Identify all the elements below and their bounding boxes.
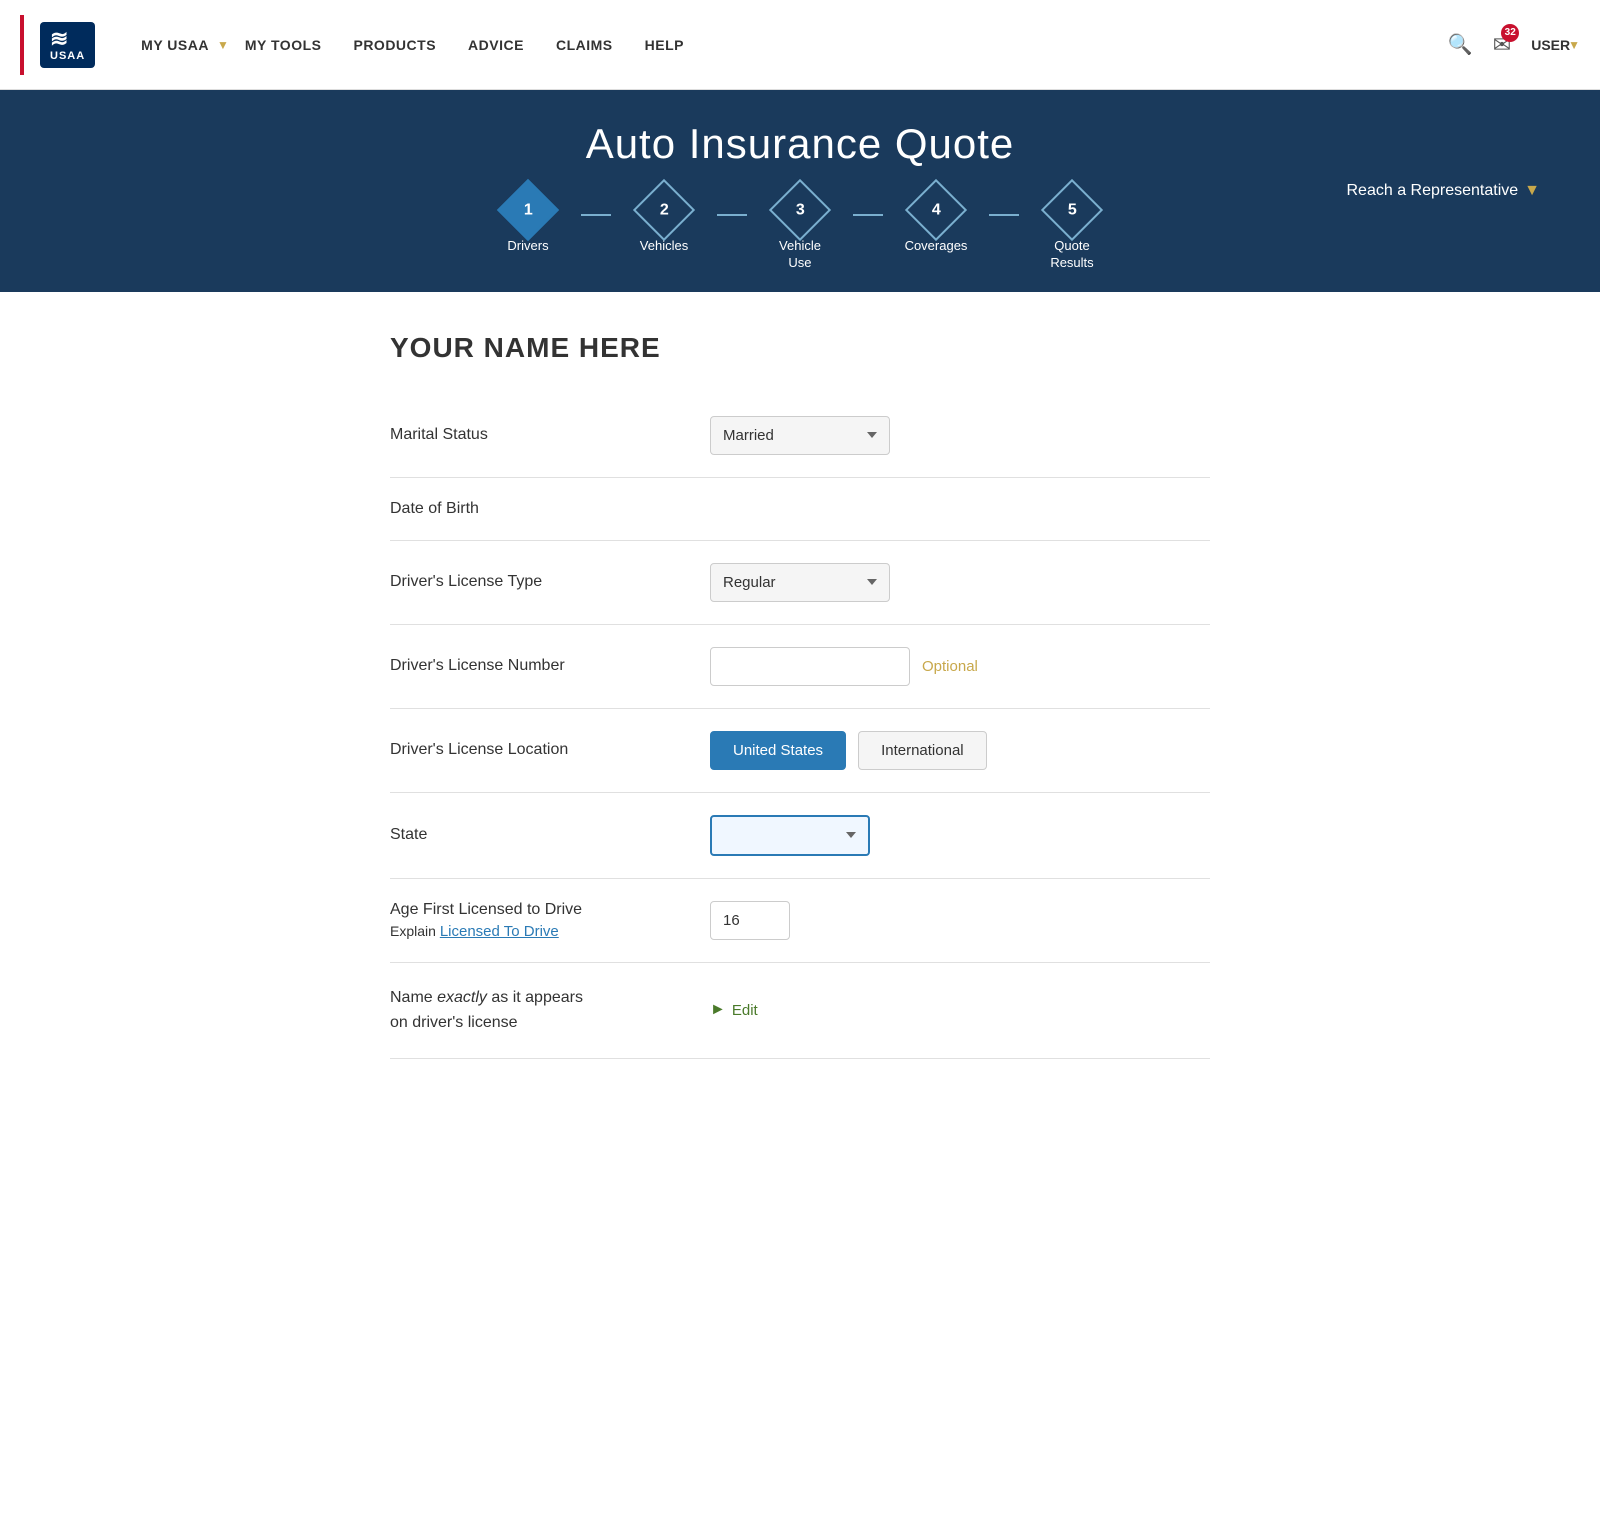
reach-rep-label: Reach a Representative xyxy=(1347,182,1519,200)
marital-status-control: Married Single Divorced Widowed xyxy=(710,416,1210,455)
name-on-license-control: ► Edit xyxy=(710,1001,1210,1019)
explain-prefix: Explain xyxy=(390,923,436,939)
step-1-drivers[interactable]: 1 Drivers xyxy=(483,188,573,272)
step-2-diamond: 2 xyxy=(633,179,695,241)
licensed-to-drive-link[interactable]: Licensed To Drive xyxy=(440,923,559,940)
age-licensed-row: Age First Licensed to Drive Explain Lice… xyxy=(390,879,1210,963)
license-number-label: Driver's License Number xyxy=(390,657,710,675)
marital-status-row: Marital Status Married Single Divorced W… xyxy=(390,394,1210,478)
step-3-diamond: 3 xyxy=(769,179,831,241)
name-label-part2: as it appears xyxy=(487,989,583,1006)
user-arrow-icon: ▼ xyxy=(1568,38,1580,52)
name-label-part1: Name xyxy=(390,989,437,1006)
mail-button[interactable]: ✉ 32 xyxy=(1493,32,1511,58)
age-licensed-label: Age First Licensed to Drive Explain Lice… xyxy=(390,901,710,940)
step-4-coverages[interactable]: 4 Coverages xyxy=(891,188,981,272)
optional-badge: Optional xyxy=(922,658,978,675)
step-5-diamond: 5 xyxy=(1041,179,1103,241)
united-states-button[interactable]: United States xyxy=(710,731,846,770)
step-1-diamond: 1 xyxy=(497,179,559,241)
license-location-control: United States International xyxy=(710,731,1210,770)
step-connector-1-2 xyxy=(581,214,611,216)
user-menu[interactable]: USER ▼ xyxy=(1531,37,1580,53)
step-3-label: VehicleUse xyxy=(779,238,821,272)
nav-links: MY USAA ▼ MY TOOLS PRODUCTS ADVICE CLAIM… xyxy=(125,37,1448,53)
international-button[interactable]: International xyxy=(858,731,987,770)
step-connector-3-4 xyxy=(853,214,883,216)
section-title: YOUR NAME HERE xyxy=(390,332,1210,364)
marital-status-label: Marital Status xyxy=(390,426,710,444)
license-type-label: Driver's License Type xyxy=(390,573,710,591)
step-2-number: 2 xyxy=(660,201,669,219)
search-icon[interactable]: 🔍 xyxy=(1448,32,1473,57)
steps-progress: 1 Drivers 2 Vehicles 3 VehicleUse 4 Cove… xyxy=(20,188,1580,272)
reach-representative-button[interactable]: Reach a Representative ▼ xyxy=(1347,182,1541,200)
red-bar-decoration xyxy=(20,15,24,75)
license-type-select[interactable]: Regular Commercial Temporary xyxy=(710,563,890,602)
edit-link[interactable]: ► Edit xyxy=(710,1001,758,1019)
step-4-number: 4 xyxy=(932,201,941,219)
nav-link-claims[interactable]: CLAIMS xyxy=(540,37,629,53)
page-title: Auto Insurance Quote xyxy=(20,120,1580,168)
license-number-control: Optional xyxy=(710,647,1210,686)
step-3-number: 3 xyxy=(796,201,805,219)
state-label: State xyxy=(390,826,710,844)
license-number-row: Driver's License Number Optional xyxy=(390,625,1210,709)
nav-link-products[interactable]: PRODUCTS xyxy=(337,37,452,53)
nav-link-advice[interactable]: ADVICE xyxy=(452,37,540,53)
step-2-vehicles[interactable]: 2 Vehicles xyxy=(619,188,709,272)
name-label-part3: on driver's license xyxy=(390,1014,518,1031)
logo-text: USAA xyxy=(50,50,85,62)
nav-logo[interactable]: ≋ USAA xyxy=(40,22,95,68)
license-number-input[interactable] xyxy=(710,647,910,686)
step-5-number: 5 xyxy=(1068,201,1077,219)
step-4-diamond: 4 xyxy=(905,179,967,241)
license-location-label: Driver's License Location xyxy=(390,741,710,759)
license-location-row: Driver's License Location United States … xyxy=(390,709,1210,793)
nav-link-myusaa[interactable]: MY USAA xyxy=(125,37,225,53)
step-5-label: QuoteResults xyxy=(1050,238,1093,272)
user-label: USER xyxy=(1531,37,1570,53)
state-row: State AL AK AZ AR CA CO CT DE FL GA TX V… xyxy=(390,793,1210,879)
age-licensed-control xyxy=(710,901,1210,940)
dob-label: Date of Birth xyxy=(390,500,710,518)
step-5-quote-results[interactable]: 5 QuoteResults xyxy=(1027,188,1117,272)
state-select[interactable]: AL AK AZ AR CA CO CT DE FL GA TX VA WA xyxy=(710,815,870,856)
step-connector-4-5 xyxy=(989,214,1019,216)
name-on-license-row: Name exactly as it appears on driver's l… xyxy=(390,963,1210,1059)
nav-arrow-myusaa[interactable]: ▼ xyxy=(217,38,229,52)
main-form: YOUR NAME HERE Marital Status Married Si… xyxy=(350,332,1250,1059)
nav-right: 🔍 ✉ 32 USER ▼ xyxy=(1448,32,1580,58)
nav-bar: ≋ USAA MY USAA ▼ MY TOOLS PRODUCTS ADVIC… xyxy=(0,0,1600,90)
edit-label: Edit xyxy=(732,1002,758,1019)
step-1-number: 1 xyxy=(524,201,533,219)
name-on-license-label: Name exactly as it appears on driver's l… xyxy=(390,985,710,1036)
nav-link-help[interactable]: HELP xyxy=(629,37,700,53)
state-control: AL AK AZ AR CA CO CT DE FL GA TX VA WA xyxy=(710,815,1210,856)
license-type-row: Driver's License Type Regular Commercial… xyxy=(390,541,1210,625)
marital-status-select[interactable]: Married Single Divorced Widowed xyxy=(710,416,890,455)
license-type-control: Regular Commercial Temporary xyxy=(710,563,1210,602)
age-licensed-input[interactable] xyxy=(710,901,790,940)
logo-waves: ≋ xyxy=(50,28,85,50)
hero-banner: Auto Insurance Quote Reach a Representat… xyxy=(0,90,1600,292)
dob-row: Date of Birth xyxy=(390,478,1210,541)
mail-badge: 32 xyxy=(1501,24,1519,42)
step-3-vehicle-use[interactable]: 3 VehicleUse xyxy=(755,188,845,272)
nav-link-mytools[interactable]: MY TOOLS xyxy=(229,37,338,53)
name-label-italic: exactly xyxy=(437,989,487,1006)
step-connector-2-3 xyxy=(717,214,747,216)
edit-arrow-icon: ► xyxy=(710,1001,726,1019)
reach-rep-arrow-icon: ▼ xyxy=(1524,182,1540,200)
